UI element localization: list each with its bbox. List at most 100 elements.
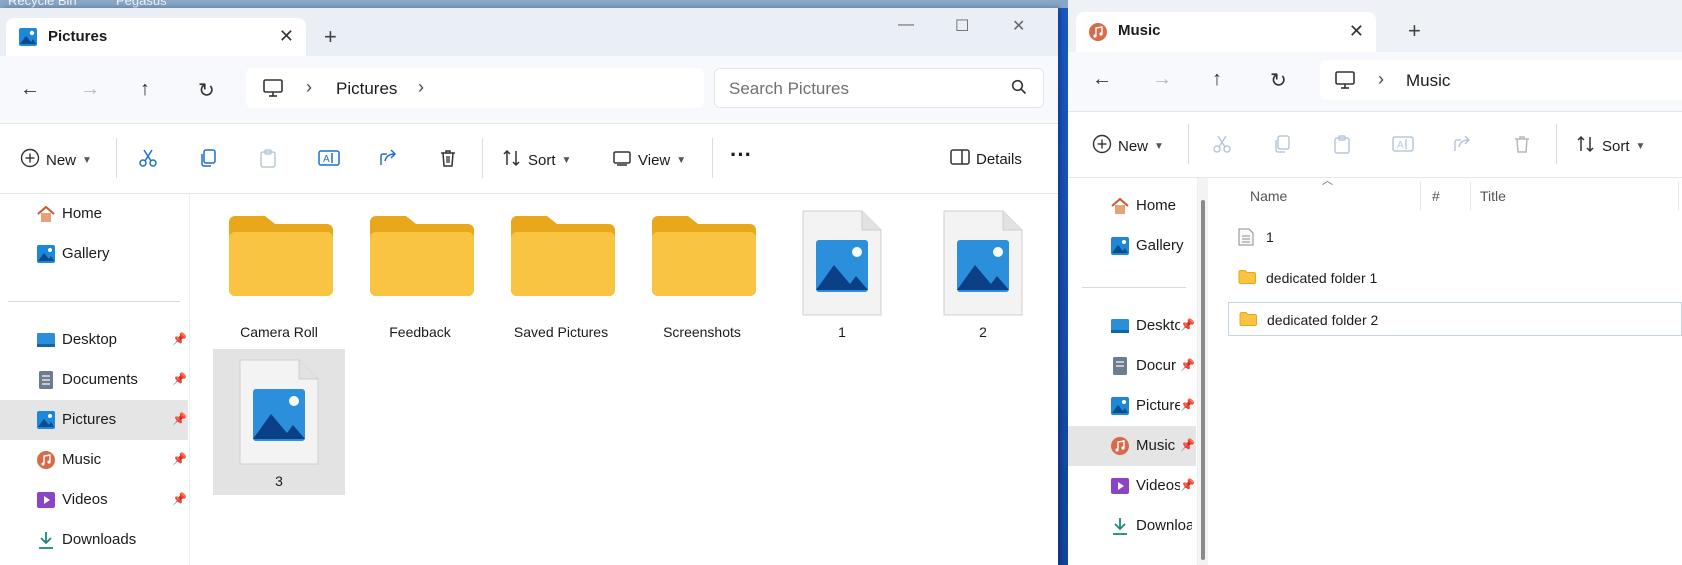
rename-icon[interactable]: A — [318, 148, 340, 172]
address-bar: ← → ↑ ↻ › Pictures › — [0, 56, 1058, 124]
sort-icon — [1576, 134, 1596, 158]
cut-icon[interactable] — [1212, 134, 1232, 158]
minimize-button[interactable]: — — [898, 16, 914, 34]
chevron-right-icon[interactable]: › — [418, 77, 424, 98]
search-input[interactable] — [729, 77, 989, 101]
view-button[interactable]: View ▼ — [612, 148, 686, 172]
column-header-row: ︿ Name # Title — [1208, 175, 1682, 214]
cut-icon[interactable] — [138, 148, 158, 172]
sidebar-item-home[interactable]: Home — [1068, 186, 1198, 226]
column-divider[interactable] — [1420, 182, 1421, 210]
pin-icon[interactable]: 📌 — [172, 372, 187, 386]
pin-icon[interactable]: 📌 — [1180, 398, 1195, 412]
pin-icon[interactable]: 📌 — [1180, 478, 1195, 492]
column-divider[interactable] — [1470, 182, 1471, 210]
sidebar-item-downloads[interactable]: Downloa — [1068, 506, 1198, 546]
image-file-tile[interactable]: 3 — [213, 349, 345, 495]
scrollbar-thumb[interactable] — [1201, 200, 1205, 560]
rename-icon[interactable]: A — [1392, 134, 1414, 158]
copy-icon[interactable] — [1272, 134, 1292, 158]
folder-tile[interactable]: Camera Roll — [213, 194, 345, 340]
refresh-button[interactable]: ↻ — [198, 78, 215, 103]
navigation-pane: Home Gallery Desktop 📌 Documents 📌 Pictu… — [0, 194, 190, 565]
column-header-title[interactable]: Title — [1480, 188, 1506, 204]
folder-tile[interactable]: Feedback — [354, 194, 486, 340]
sidebar-item-desktop[interactable]: Desktop 📌 — [0, 320, 190, 360]
sidebar-item-pictures[interactable]: Pictures 📌 — [0, 400, 188, 440]
sidebar-item-home[interactable]: Home — [0, 194, 190, 234]
chevron-right-icon[interactable]: › — [1378, 69, 1384, 90]
desktop-icon-recycle-bin-label[interactable]: Recycle Bin — [8, 0, 77, 8]
share-icon[interactable] — [1452, 134, 1472, 158]
close-window-button[interactable]: ✕ — [1012, 16, 1025, 36]
breadcrumb[interactable]: › Pictures › — [246, 68, 704, 108]
back-button[interactable]: ← — [1092, 68, 1112, 91]
sidebar-item-downloads[interactable]: Downloads — [0, 520, 190, 560]
close-tab-icon[interactable]: ✕ — [279, 26, 294, 47]
maximize-button[interactable]: ☐ — [955, 16, 969, 36]
chevron-right-icon[interactable]: › — [306, 77, 312, 98]
file-row[interactable]: 1 — [1228, 220, 1682, 254]
pin-icon[interactable]: 📌 — [172, 492, 187, 506]
sidebar-scrollbar[interactable] — [1198, 178, 1208, 565]
sort-button[interactable]: Sort ▼ — [502, 148, 571, 172]
tab-pictures[interactable]: Pictures ✕ — [6, 18, 306, 56]
tab-music[interactable]: Music ✕ — [1076, 12, 1376, 52]
details-button[interactable]: Details — [950, 148, 1022, 170]
pin-icon[interactable]: 📌 — [1180, 318, 1195, 332]
this-pc-icon — [262, 78, 284, 102]
more-options-icon[interactable]: ··· — [730, 142, 752, 168]
forward-button[interactable]: → — [1152, 68, 1172, 91]
folder-tile[interactable]: Screenshots — [636, 194, 768, 340]
breadcrumb[interactable]: › Music — [1320, 60, 1682, 100]
image-file-tile[interactable]: 1 — [776, 194, 908, 340]
sort-button[interactable]: Sort ▼ — [1576, 134, 1645, 158]
new-tab-button[interactable]: + — [1408, 18, 1421, 44]
new-tab-button[interactable]: + — [324, 24, 337, 50]
paste-icon[interactable] — [258, 148, 278, 172]
sidebar-item-documents[interactable]: Docur 📌 — [1068, 346, 1198, 386]
separator — [482, 138, 483, 178]
sidebar-item-music[interactable]: Music 📌 — [0, 440, 190, 480]
desktop-icon-pegasus-label[interactable]: Pegasus — [116, 0, 167, 8]
pin-icon[interactable]: 📌 — [172, 412, 187, 426]
delete-icon[interactable] — [1512, 134, 1532, 158]
delete-icon[interactable] — [438, 148, 458, 172]
pin-icon[interactable]: 📌 — [1180, 438, 1195, 452]
paste-icon[interactable] — [1332, 134, 1352, 158]
search-icon[interactable] — [1011, 79, 1027, 99]
sidebar-item-videos[interactable]: Videos 📌 — [1068, 466, 1198, 506]
column-header-number[interactable]: # — [1432, 188, 1440, 204]
refresh-button[interactable]: ↻ — [1270, 68, 1287, 93]
image-file-tile[interactable]: 2 — [917, 194, 1049, 340]
sidebar-item-pictures[interactable]: Picture 📌 — [1068, 386, 1198, 426]
folder-row[interactable]: dedicated folder 1 — [1228, 261, 1682, 295]
sidebar-item-documents[interactable]: Documents 📌 — [0, 360, 190, 400]
sidebar-item-gallery[interactable]: Gallery — [0, 234, 190, 274]
folder-row[interactable]: dedicated folder 2 — [1228, 302, 1682, 336]
column-header-name[interactable]: Name — [1250, 188, 1287, 204]
new-button[interactable]: New ▼ — [20, 148, 92, 172]
breadcrumb-music[interactable]: Music — [1406, 71, 1450, 91]
sidebar-item-videos[interactable]: Videos 📌 — [0, 480, 190, 520]
forward-button[interactable]: → — [80, 78, 100, 101]
sidebar-item-gallery[interactable]: Gallery — [1068, 226, 1198, 266]
column-divider[interactable] — [1678, 182, 1679, 210]
pin-icon[interactable]: 📌 — [172, 452, 187, 466]
up-button[interactable]: ↑ — [140, 78, 150, 101]
folder-tile[interactable]: Saved Pictures — [495, 194, 627, 340]
copy-icon[interactable] — [198, 148, 218, 172]
plus-circle-icon — [20, 148, 40, 172]
sidebar-item-desktop[interactable]: Deskto 📌 — [1068, 306, 1198, 346]
breadcrumb-pictures[interactable]: Pictures — [336, 79, 397, 99]
share-icon[interactable] — [378, 148, 398, 172]
back-button[interactable]: ← — [20, 78, 40, 101]
pin-icon[interactable]: 📌 — [172, 332, 187, 346]
close-tab-icon[interactable]: ✕ — [1349, 21, 1364, 42]
up-button[interactable]: ↑ — [1212, 68, 1222, 91]
pin-icon[interactable]: 📌 — [1180, 358, 1195, 372]
sidebar-item-music[interactable]: Music 📌 — [1068, 426, 1196, 466]
search-box[interactable] — [714, 68, 1044, 108]
new-button[interactable]: New ▼ — [1092, 134, 1164, 158]
image-file-icon — [802, 210, 882, 320]
